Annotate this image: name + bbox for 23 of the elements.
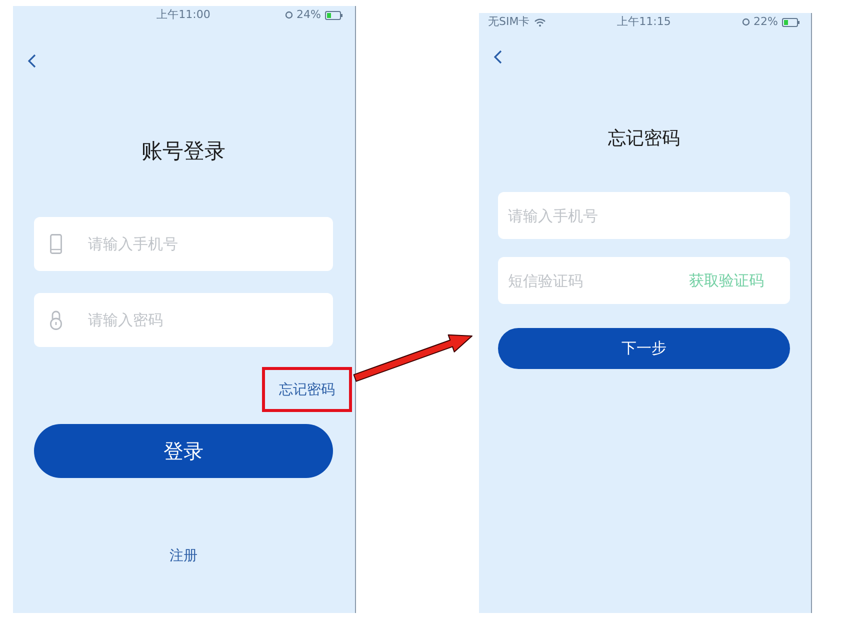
forgot-password-link[interactable]: 忘记密码: [279, 380, 335, 400]
next-step-button[interactable]: 下一步: [498, 328, 790, 369]
page-title: 忘记密码: [608, 127, 680, 151]
ring-icon: [742, 18, 750, 26]
input-field[interactable]: 请输入手机号: [34, 217, 333, 271]
login-button[interactable]: 登录: [34, 424, 333, 478]
battery-icon: [325, 10, 343, 20]
status-time: 上午11:00: [156, 8, 210, 22]
battery-percent: 24%: [296, 8, 321, 22]
page-title: 账号登录: [142, 138, 226, 165]
back-icon[interactable]: [494, 50, 502, 64]
battery-percent: 22%: [754, 15, 778, 29]
input-field[interactable]: 请输入密码: [34, 293, 333, 347]
wifi-icon: [534, 18, 546, 26]
phone-icon: [50, 234, 62, 254]
carrier-label: 无SIM卡: [488, 15, 530, 29]
ring-icon: [284, 11, 293, 19]
lock-icon: [50, 310, 62, 330]
input-field[interactable]: 请输入手机号: [498, 192, 790, 239]
battery-icon: [782, 18, 800, 26]
register-link[interactable]: 注册: [170, 546, 198, 566]
back-icon[interactable]: [28, 54, 36, 68]
status-time: 上午11:15: [617, 15, 671, 29]
